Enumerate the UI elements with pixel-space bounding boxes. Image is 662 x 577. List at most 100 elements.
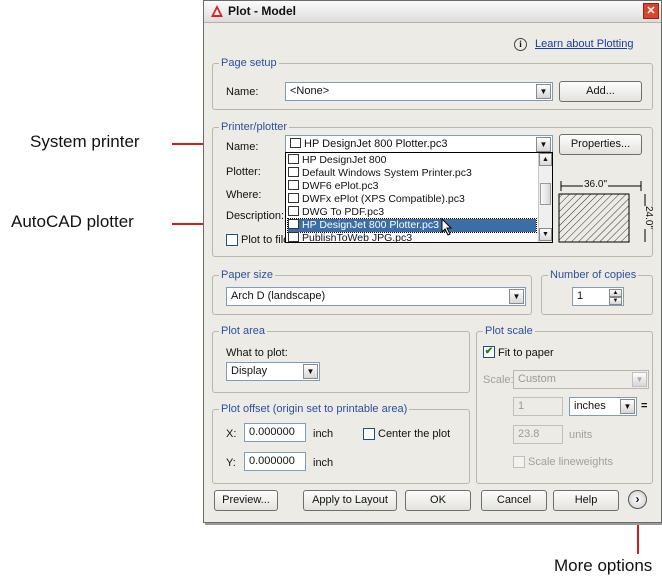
cancel-button[interactable]: Cancel — [481, 490, 547, 511]
callout-more-options: More options — [554, 556, 653, 575]
printer-name-value: HP DesignJet 800 Plotter.pc3 — [304, 138, 448, 150]
help-button[interactable]: Help — [553, 490, 619, 511]
list-item[interactable]: DWFx ePlot (XPS Compatible).pc3 — [288, 193, 465, 206]
printer-icon — [288, 154, 299, 164]
y-offset-unit: inch — [313, 457, 334, 469]
list-item-label: HP DesignJet 800 Plotter.pc3 — [302, 219, 439, 231]
scale-lineweights-label: Scale lineweights — [528, 456, 613, 468]
group-title-plot-area: Plot area — [219, 325, 268, 337]
description-label: Description: — [226, 210, 285, 222]
paper-size-value: Arch D (landscape) — [231, 290, 326, 302]
mouse-cursor-icon — [441, 218, 453, 236]
close-button[interactable]: ✕ — [643, 3, 659, 19]
chevron-down-icon[interactable]: ▼ — [303, 364, 318, 379]
callout-autocad-plotter: AutoCAD plotter — [11, 212, 134, 231]
dialog-title: Plot - Model — [228, 4, 296, 18]
apply-to-layout-button[interactable]: Apply to Layout — [303, 490, 397, 511]
plotter-icon — [290, 138, 301, 148]
list-item-label: DWF6 ePlot.pc3 — [302, 180, 379, 192]
more-options-button[interactable]: › — [628, 490, 647, 509]
list-item-label: DWG To PDF.pc3 — [302, 206, 385, 218]
inches-value-field[interactable]: 1 — [513, 397, 563, 416]
title-bar[interactable]: Plot - Model ✕ — [204, 1, 661, 23]
ok-button[interactable]: OK — [405, 490, 471, 511]
what-to-plot-value: Display — [231, 365, 268, 377]
group-title-copies: Number of copies — [548, 269, 639, 281]
list-item-label: HP DesignJet 800 — [302, 154, 387, 166]
group-title-page-setup: Page setup — [219, 57, 279, 69]
plotter-icon — [288, 193, 299, 203]
list-item[interactable]: DWG To PDF.pc3 — [288, 206, 384, 219]
list-item-label: PublishToWeb JPG.pc3 — [302, 232, 413, 243]
y-offset-field[interactable]: 0.000000 — [244, 452, 306, 471]
scrollbar[interactable]: ▲ ▼ — [538, 153, 552, 242]
info-icon: i — [514, 38, 527, 51]
printer-name-label: Name: — [226, 141, 259, 153]
printer-dropdown-list[interactable]: HP DesignJet 800 Default Windows System … — [285, 152, 553, 243]
chevron-down-icon[interactable]: ▼ — [620, 399, 635, 414]
plotter-icon — [288, 232, 299, 242]
down-arrow-icon[interactable]: ▼ — [609, 297, 622, 305]
autocad-logo-icon — [211, 5, 223, 17]
add-button[interactable]: Add... — [559, 81, 642, 102]
scale-lineweights-checkbox[interactable] — [513, 456, 525, 468]
units-value: 23.8 — [518, 428, 540, 440]
plot-to-file-checkbox[interactable] — [226, 234, 238, 246]
plotter-icon — [288, 206, 299, 216]
up-arrow-icon[interactable]: ▲ — [609, 289, 622, 297]
plot-to-file-label: Plot to file — [241, 234, 290, 246]
chevron-down-icon[interactable]: ▼ — [632, 372, 647, 387]
what-to-plot-select[interactable]: Display ▼ — [226, 362, 320, 381]
properties-button[interactable]: Properties... — [559, 134, 642, 155]
y-offset-label: Y: — [226, 457, 236, 469]
preview-height-label: 24.0" — [643, 205, 655, 230]
x-offset-value: 0.000000 — [249, 426, 295, 438]
list-item[interactable]: HP DesignJet 800 — [288, 154, 386, 167]
scroll-thumb[interactable] — [540, 183, 551, 205]
x-offset-unit: inch — [313, 428, 334, 440]
copies-value: 1 — [577, 290, 584, 302]
units-value-field[interactable]: 23.8 — [513, 425, 563, 444]
x-offset-label: X: — [226, 428, 237, 440]
group-title-plot-offset: Plot offset (origin set to printable are… — [219, 403, 410, 415]
plotter-icon — [288, 167, 299, 177]
preview-width-label: 36.0" — [583, 179, 609, 190]
list-item-label: DWFx ePlot (XPS Compatible).pc3 — [302, 193, 465, 205]
preview-button[interactable]: Preview... — [214, 490, 278, 511]
list-item-label: Default Windows System Printer.pc3 — [302, 167, 472, 179]
chevron-down-icon[interactable]: ▼ — [536, 84, 551, 99]
chevron-down-icon[interactable]: ▼ — [536, 137, 551, 152]
page-setup-name-select[interactable]: <None> ▼ — [285, 82, 553, 101]
page-setup-name-value: <None> — [290, 85, 330, 97]
x-offset-field[interactable]: 0.000000 — [244, 423, 306, 442]
copies-stepper[interactable]: 1 ▲ ▼ — [572, 287, 624, 306]
scroll-down-icon[interactable]: ▼ — [539, 228, 552, 241]
list-item[interactable]: Default Windows System Printer.pc3 — [288, 167, 472, 180]
units-label: units — [569, 429, 593, 441]
group-title-plot-scale: Plot scale — [483, 325, 535, 337]
plotter-icon — [288, 180, 299, 190]
list-item[interactable]: PublishToWeb JPG.pc3 — [288, 232, 413, 243]
y-offset-value: 0.000000 — [249, 455, 295, 467]
page-setup-name-label: Name: — [226, 86, 259, 98]
list-item[interactable]: DWF6 ePlot.pc3 — [288, 180, 378, 193]
list-item-selected[interactable]: HP DesignJet 800 Plotter.pc3 — [287, 218, 537, 233]
plot-offset-group: Plot offset (origin set to printable are… — [212, 403, 470, 484]
callout-system-printer: System printer — [30, 132, 140, 151]
center-the-plot-label: Center the plot — [378, 428, 451, 440]
paper-size-select[interactable]: Arch D (landscape) ▼ — [226, 287, 526, 306]
group-title-paper-size: Paper size — [219, 269, 275, 281]
plotter-label: Plotter: — [226, 166, 261, 178]
units-select-value: inches — [574, 400, 606, 412]
center-the-plot-checkbox[interactable] — [363, 428, 375, 440]
inches-value: 1 — [518, 400, 525, 412]
fit-to-paper-checkbox[interactable]: ✔ — [483, 346, 495, 358]
equals-sign: = — [641, 400, 648, 412]
group-title-printer: Printer/plotter — [219, 121, 290, 133]
scroll-up-icon[interactable]: ▲ — [539, 153, 552, 166]
units-select[interactable]: inches ▼ — [569, 397, 637, 416]
scale-select[interactable]: Custom ▼ — [513, 370, 649, 389]
chevron-down-icon[interactable]: ▼ — [509, 289, 524, 304]
stepper-arrows[interactable]: ▲ ▼ — [609, 289, 622, 306]
learn-about-plotting-link[interactable]: Learn about Plotting — [535, 38, 633, 50]
